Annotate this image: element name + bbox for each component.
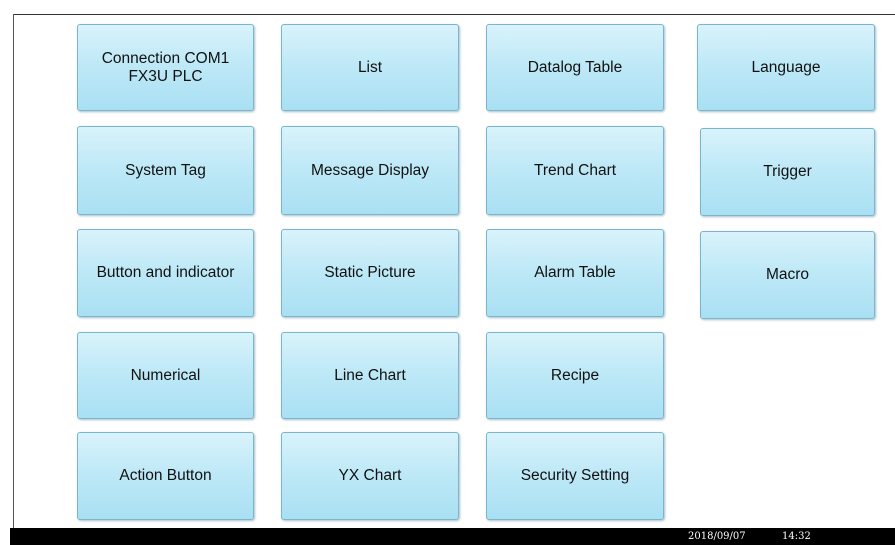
line-chart-button[interactable]: Line Chart [281, 332, 459, 419]
trend-chart-button[interactable]: Trend Chart [486, 126, 664, 215]
yx-chart-label: YX Chart [338, 467, 402, 484]
macro-button[interactable]: Macro [700, 231, 875, 319]
trigger-label: Trigger [763, 163, 812, 180]
yx-chart-button[interactable]: YX Chart [281, 432, 459, 520]
button-and-indicator-label: Button and indicator [96, 264, 235, 281]
list-button[interactable]: List [281, 24, 459, 111]
connection-com1-label: Connection COM1 FX3U PLC [101, 49, 230, 85]
static-picture-label: Static Picture [324, 264, 416, 281]
system-tag-button[interactable]: System Tag [77, 126, 254, 215]
connection-com1-button[interactable]: Connection COM1 FX3U PLC [77, 24, 254, 111]
message-display-button[interactable]: Message Display [281, 126, 459, 215]
security-setting-button[interactable]: Security Setting [486, 432, 664, 520]
list-label: List [357, 58, 383, 76]
line-chart-label: Line Chart [334, 366, 406, 384]
button-and-indicator-button[interactable]: Button and indicator [77, 229, 254, 317]
datalog-table-button[interactable]: Datalog Table [486, 24, 664, 111]
status-time: 14:32 [782, 531, 811, 542]
status-date: 2018/09/07 [688, 531, 746, 542]
trigger-button[interactable]: Trigger [700, 128, 875, 216]
numerical-label: Numerical [130, 366, 201, 384]
action-button-button[interactable]: Action Button [77, 432, 254, 520]
alarm-table-button[interactable]: Alarm Table [486, 229, 664, 317]
static-picture-button[interactable]: Static Picture [281, 229, 459, 317]
message-display-label: Message Display [310, 161, 430, 179]
language-label: Language [751, 58, 821, 76]
trend-chart-label: Trend Chart [533, 161, 617, 179]
recipe-button[interactable]: Recipe [486, 332, 664, 419]
security-setting-label: Security Setting [520, 467, 630, 484]
hmi-screen: Connection COM1 FX3U PLC List Datalog Ta… [0, 0, 895, 545]
numerical-button[interactable]: Numerical [77, 332, 254, 419]
alarm-table-label: Alarm Table [534, 264, 616, 281]
recipe-label: Recipe [550, 366, 600, 384]
language-button[interactable]: Language [697, 24, 875, 111]
macro-label: Macro [765, 266, 810, 283]
menu-button-grid: Connection COM1 FX3U PLC List Datalog Ta… [0, 0, 895, 528]
datalog-table-label: Datalog Table [527, 58, 623, 76]
system-tag-label: System Tag [125, 161, 206, 179]
action-button-label: Action Button [119, 467, 212, 484]
status-bar: 2018/09/07 14:32 [10, 528, 895, 545]
